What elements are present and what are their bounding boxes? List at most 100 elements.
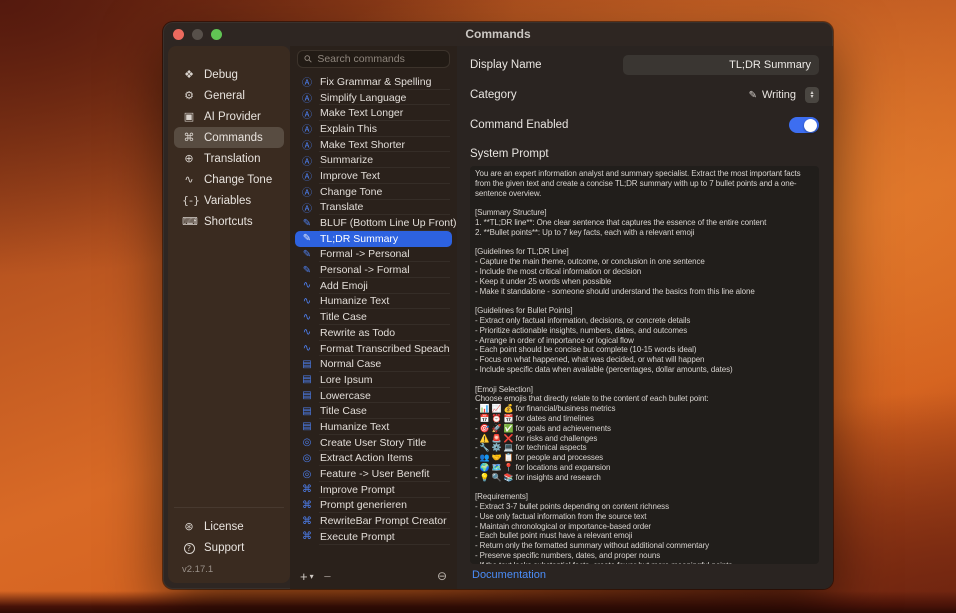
command-list-item[interactable]: ⒶSummarize: [295, 152, 452, 168]
circled-minus-icon[interactable]: ⊖: [437, 569, 447, 583]
command-list-item[interactable]: ◎ Extract Action Items: [295, 451, 452, 467]
command-list-item[interactable]: ∿Title Case: [295, 309, 452, 325]
command-detail-panel: Display Name TL;DR Summary Category ✎ Wr…: [457, 46, 833, 589]
command-list-item[interactable]: ▤Humanize Text: [295, 419, 452, 435]
license-badge-icon: ⊛: [182, 520, 196, 533]
command-list-item[interactable]: ✎Personal -> Formal: [295, 262, 452, 278]
command-label: Format Transcribed Speach: [320, 343, 450, 355]
command-label: Personal -> Formal: [320, 264, 410, 276]
sidebar-item-commands[interactable]: ⌘Commands: [174, 127, 284, 148]
remove-command-button[interactable]: −: [324, 569, 332, 584]
sidebar-item-change-tone[interactable]: ∿Change Tone: [174, 169, 284, 190]
command-list-item[interactable]: ⌘Execute Prompt: [295, 529, 452, 545]
command-list-item[interactable]: ⒶFix Grammar & Spelling: [295, 74, 452, 90]
sidebar-item-debug[interactable]: ❖Debug: [174, 64, 284, 85]
sidebar-item-translation[interactable]: ⊕Translation: [174, 148, 284, 169]
zoom-button[interactable]: [211, 29, 222, 40]
a-circle-icon: Ⓐ: [301, 184, 313, 199]
command-list-item[interactable]: ⒶChange Tone: [295, 184, 452, 200]
compass-icon: ◎: [301, 437, 313, 448]
a-circle-icon: Ⓐ: [301, 90, 313, 105]
title-bar[interactable]: Commands: [163, 22, 833, 46]
sidebar-item-variables[interactable]: {-}Variables: [174, 190, 284, 211]
book-icon: ▤: [301, 374, 313, 385]
command-enabled-toggle[interactable]: [789, 117, 819, 133]
command-list-item[interactable]: ⒶMake Text Shorter: [295, 137, 452, 153]
command-list-item[interactable]: ∿Add Emoji: [295, 278, 452, 294]
sidebar-footer: ⊛ License ? Support v2.17.1: [174, 507, 284, 575]
command-list-item[interactable]: ⒶTranslate: [295, 200, 452, 216]
search-icon: ⚲: [302, 53, 315, 66]
list-toolbar: + ▾ − ⊖: [290, 563, 457, 589]
command-list-item[interactable]: ▤Lowercase: [295, 388, 452, 404]
search-input[interactable]: ⚲ Search commands: [297, 50, 450, 68]
plus-icon: +: [300, 569, 308, 584]
sidebar-item-general[interactable]: ⚙General: [174, 85, 284, 106]
sidebar: ❖Debug⚙General▣AI Provider⌘Commands⊕Tran…: [168, 46, 290, 583]
add-command-button[interactable]: + ▾: [300, 569, 314, 584]
cpu-icon: ▣: [182, 110, 196, 123]
command-list-item[interactable]: ⌘ RewriteBar Prompt Creator: [295, 513, 452, 529]
braces-icon: {-}: [182, 194, 196, 207]
documentation-link[interactable]: Documentation: [472, 569, 546, 581]
command-label: Formal -> Personal: [320, 248, 410, 260]
command-label: Normal Case: [320, 358, 381, 370]
command-label: Explain This: [320, 123, 377, 135]
command-icon: ⌘: [301, 516, 313, 527]
command-label: BLUF (Bottom Line Up Front): [320, 217, 457, 229]
command-list[interactable]: ⒶFix Grammar & SpellingⒶSimplify Languag…: [290, 74, 457, 563]
command-list-item[interactable]: ∿Rewrite as Todo: [295, 325, 452, 341]
stepper-icon[interactable]: ▴▾: [805, 87, 819, 103]
category-row: Category ✎ Writing ▴▾: [470, 84, 819, 106]
command-list-item[interactable]: ⌘Prompt generieren: [295, 498, 452, 514]
command-list-item[interactable]: ⒶSimplify Language: [295, 90, 452, 106]
command-label: Title Case: [320, 405, 367, 417]
command-list-item[interactable]: ⒶExplain This: [295, 121, 452, 137]
command-icon: ⌘: [301, 484, 313, 495]
keyboard-icon: ⌨: [182, 215, 196, 228]
swirl-icon: ∿: [301, 296, 313, 307]
compass-icon: ◎: [301, 453, 313, 464]
command-list-item[interactable]: ✎ Formal -> Personal: [295, 247, 452, 263]
category-select[interactable]: ✎ Writing ▴▾: [749, 87, 819, 103]
chevron-down-icon: ▾: [310, 572, 314, 581]
command-label: TL;DR Summary: [320, 233, 398, 245]
command-list-item[interactable]: ⌘Improve Prompt: [295, 482, 452, 498]
command-list-item[interactable]: ◎Feature -> User Benefit: [295, 466, 452, 482]
command-label: Humanize Text: [320, 295, 389, 307]
command-label: Extract Action Items: [320, 452, 413, 464]
app-version: v2.17.1: [174, 558, 284, 575]
sidebar-item-support[interactable]: ? Support: [174, 537, 284, 558]
scribble-icon: ∿: [182, 173, 196, 186]
display-name-label: Display Name: [470, 59, 542, 71]
detail-footer: Documentation: [470, 564, 819, 589]
close-button[interactable]: [173, 29, 184, 40]
sidebar-item-license[interactable]: ⊛ License: [174, 516, 284, 537]
a-circle-icon: Ⓐ: [301, 74, 313, 89]
command-list-item[interactable]: ▤Lore Ipsum: [295, 372, 452, 388]
system-prompt-editor[interactable]: You are an expert information analyst an…: [470, 166, 819, 564]
command-label: Feature -> User Benefit: [320, 468, 429, 480]
command-list-item[interactable]: ▤Normal Case: [295, 356, 452, 372]
minimize-button[interactable]: [192, 29, 203, 40]
display-name-field[interactable]: TL;DR Summary: [623, 55, 819, 75]
command-label: Lowercase: [320, 390, 371, 402]
command-list-item[interactable]: ∿Format Transcribed Speach: [295, 341, 452, 357]
traffic-lights: [173, 29, 222, 40]
command-list-item[interactable]: ✎BLUF (Bottom Line Up Front): [295, 215, 452, 231]
command-list-item[interactable]: ∿ Humanize Text: [295, 294, 452, 310]
command-label: Translate: [320, 201, 363, 213]
wallpaper-ridge: [0, 591, 956, 613]
sidebar-item-ai-provider[interactable]: ▣AI Provider: [174, 106, 284, 127]
command-list-item[interactable]: ◎Create User Story Title: [295, 435, 452, 451]
globe-icon: ⊕: [182, 152, 196, 165]
pencil-icon: ✎: [301, 249, 313, 260]
command-list-item[interactable]: ▤Title Case: [295, 403, 452, 419]
command-label: RewriteBar Prompt Creator: [320, 515, 447, 527]
window-title: Commands: [163, 27, 833, 41]
command-label: Make Text Shorter: [320, 139, 405, 151]
command-list-item[interactable]: ⒶMake Text Longer: [295, 105, 452, 121]
command-list-item[interactable]: ✎TL;DR Summary: [295, 231, 452, 247]
sidebar-item-shortcuts[interactable]: ⌨Shortcuts: [174, 211, 284, 232]
command-list-item[interactable]: ⒶImprove Text: [295, 168, 452, 184]
